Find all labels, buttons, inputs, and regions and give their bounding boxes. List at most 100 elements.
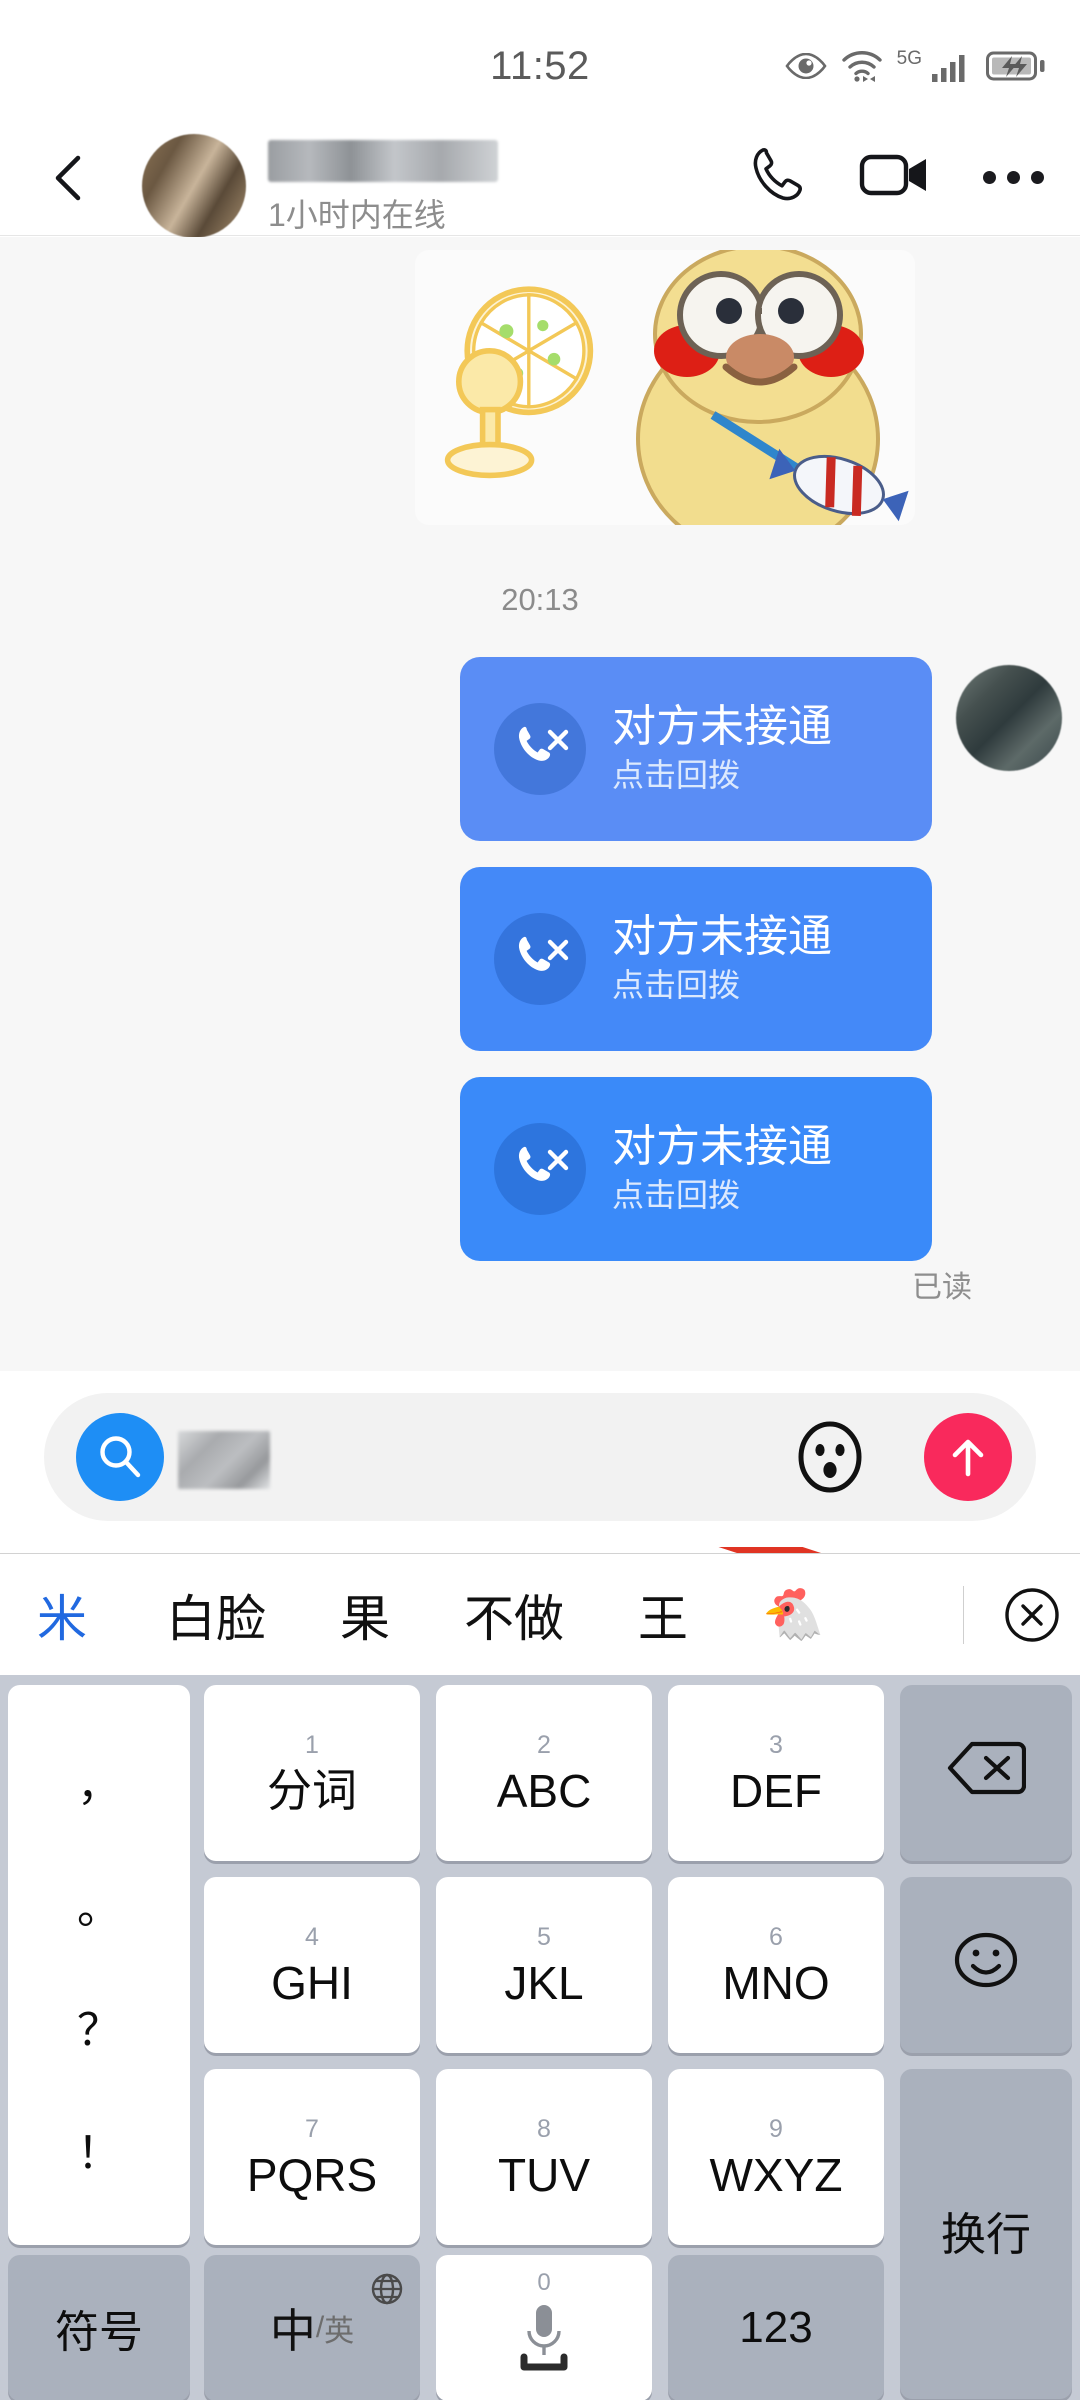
key-emoji[interactable] [900,1877,1072,2053]
eye-care-icon [785,53,827,79]
call-message-bubble[interactable]: 对方未接通 点击回拨 [460,867,932,1051]
call-message-texts: 对方未接通 点击回拨 [612,912,832,1007]
key-label: 123 [739,2303,813,2352]
candidate-item[interactable]: 白脸 [150,1579,282,1651]
key-number: 3 [769,1730,783,1759]
message-input-container[interactable] [44,1393,1036,1521]
header-actions [745,146,1044,208]
signal-bars-icon [930,49,972,83]
divider [963,1585,964,1644]
key-number: 2 [537,1730,551,1759]
key-label: ABC [496,1764,592,1817]
read-receipt: 已读 [912,1271,972,1304]
key-label: WXYZ [709,2148,843,2201]
sticker-message[interactable] [415,250,915,525]
call-message-bubble[interactable]: 对方未接通 点击回拨 [460,1077,932,1261]
key-number: 7 [305,2114,319,2143]
key-3-def[interactable]: 3 DEF [668,1685,884,1861]
key-number: 1 [305,1731,319,1759]
ime-candidate-list: 白脸 果 不做 王 🐔 [124,1579,957,1651]
avatar[interactable] [142,134,246,238]
punct-period: 。 [77,1883,121,1933]
status-icon-group: 5G [785,46,1046,86]
key-label: GHI [271,1956,353,2009]
key-5-jkl[interactable]: 5 JKL [436,1877,652,2053]
microphone-icon [516,2299,572,2386]
phone-screen: 11:52 5G 1小时内在线 20:13 对方未接通 点击回拨 对方未接通 点… [0,0,1080,2400]
message-input-bar [0,1371,1080,1547]
key-label: TUV [498,2148,590,2201]
key-label: 换行 [940,2208,1031,2260]
call-action-hint: 点击回拨 [612,966,741,1003]
video-camera-icon[interactable] [859,148,931,207]
backspace-icon [946,1740,1027,1807]
call-action-hint: 点击回拨 [612,1176,741,1213]
search-icon[interactable] [76,1413,164,1501]
close-circle-icon[interactable] [984,1586,1080,1644]
contact-name [268,140,498,182]
status-bar: 11:52 5G [0,0,1080,118]
phone-icon[interactable] [745,144,807,211]
punct-question: ？ [77,2006,121,2056]
candidate-item[interactable]: 果 [324,1579,406,1651]
key-4-ghi[interactable]: 4 GHI [204,1877,420,2053]
key-6-mno[interactable]: 6 MNO [668,1877,884,2053]
candidate-item-emoji[interactable]: 🐔 [746,1585,840,1644]
key-number: 0 [537,2268,551,2296]
emoji-face-icon[interactable] [792,1419,868,1495]
call-status-title: 对方未接通 [612,701,832,751]
more-options-icon[interactable] [983,170,1044,184]
key-number: 6 [769,1922,783,1951]
key-label: PQRS [246,2148,378,2201]
chat-header: 1小时内在线 [0,118,1080,238]
keyboard-bottom-row: 符号 中 / 英 0 123 [8,2255,1072,2400]
call-action-hint: 点击回拨 [612,756,741,793]
globe-icon [370,2267,404,2317]
key-label: 分词 [266,1765,357,1816]
key-8-tuv[interactable]: 8 TUV [436,2069,652,2245]
key-label: MNO [722,1956,830,2009]
keyboard-main-grid: ， 。 ？ ！ 1 分词 2 ABC 3 DEF 4 GHI 5 JKL 6 M… [8,1685,1072,2399]
lang-secondary-label: 英 [324,2315,355,2348]
chick-illustration [636,250,909,525]
back-button[interactable] [42,150,98,206]
key-7-pqrs[interactable]: 7 PQRS [204,2069,420,2245]
ime-pinyin-input[interactable]: 米 [0,1579,124,1651]
missed-call-icon [494,1123,586,1215]
call-message-texts: 对方未接通 点击回拨 [612,702,832,797]
missed-call-icon [494,913,586,1005]
key-1-fenci[interactable]: 1 分词 [204,1685,420,1861]
presence-status: 1小时内在线 [268,197,446,233]
key-language-toggle[interactable]: 中 / 英 [204,2255,420,2400]
key-number: 8 [537,2114,551,2143]
candidate-item[interactable]: 不做 [448,1579,580,1651]
lang-primary-label: 中 [269,2305,316,2357]
call-status-title: 对方未接通 [612,1121,832,1171]
candidate-item[interactable]: 王 [622,1579,704,1651]
key-label: 符号 [55,2308,143,2357]
smiley-icon [951,1925,1021,2006]
call-message-texts: 对方未接通 点击回拨 [612,1122,832,1217]
key-label: DEF [730,1764,822,1817]
key-space[interactable]: 0 [436,2255,652,2400]
fan-illustration [444,286,594,479]
key-2-abc[interactable]: 2 ABC [436,1685,652,1861]
ime-candidate-bar: 米 白脸 果 不做 王 🐔 [0,1553,1080,1675]
lang-divider: / [315,2311,325,2344]
key-9-wxyz[interactable]: 9 WXYZ [668,2069,884,2245]
t9-keyboard: ， 。 ？ ！ 1 分词 2 ABC 3 DEF 4 GHI 5 JKL 6 M… [0,1675,1080,2400]
key-symbols[interactable]: 符号 [8,2255,190,2400]
time-divider: 20:13 [501,582,579,617]
wifi-icon [841,49,883,83]
key-punctuation[interactable]: ， 。 ？ ！ [8,1685,190,2245]
message-input[interactable] [178,1431,270,1489]
avatar[interactable] [956,665,1062,771]
key-number: 5 [537,1922,551,1951]
key-number: 9 [769,2114,783,2143]
key-label: JKL [504,1956,584,2009]
key-backspace[interactable] [900,1685,1072,1861]
send-button[interactable] [924,1413,1012,1501]
call-status-title: 对方未接通 [612,911,832,961]
call-message-bubble[interactable]: 对方未接通 点击回拨 [460,657,932,841]
key-numeric-mode[interactable]: 123 [668,2255,884,2400]
